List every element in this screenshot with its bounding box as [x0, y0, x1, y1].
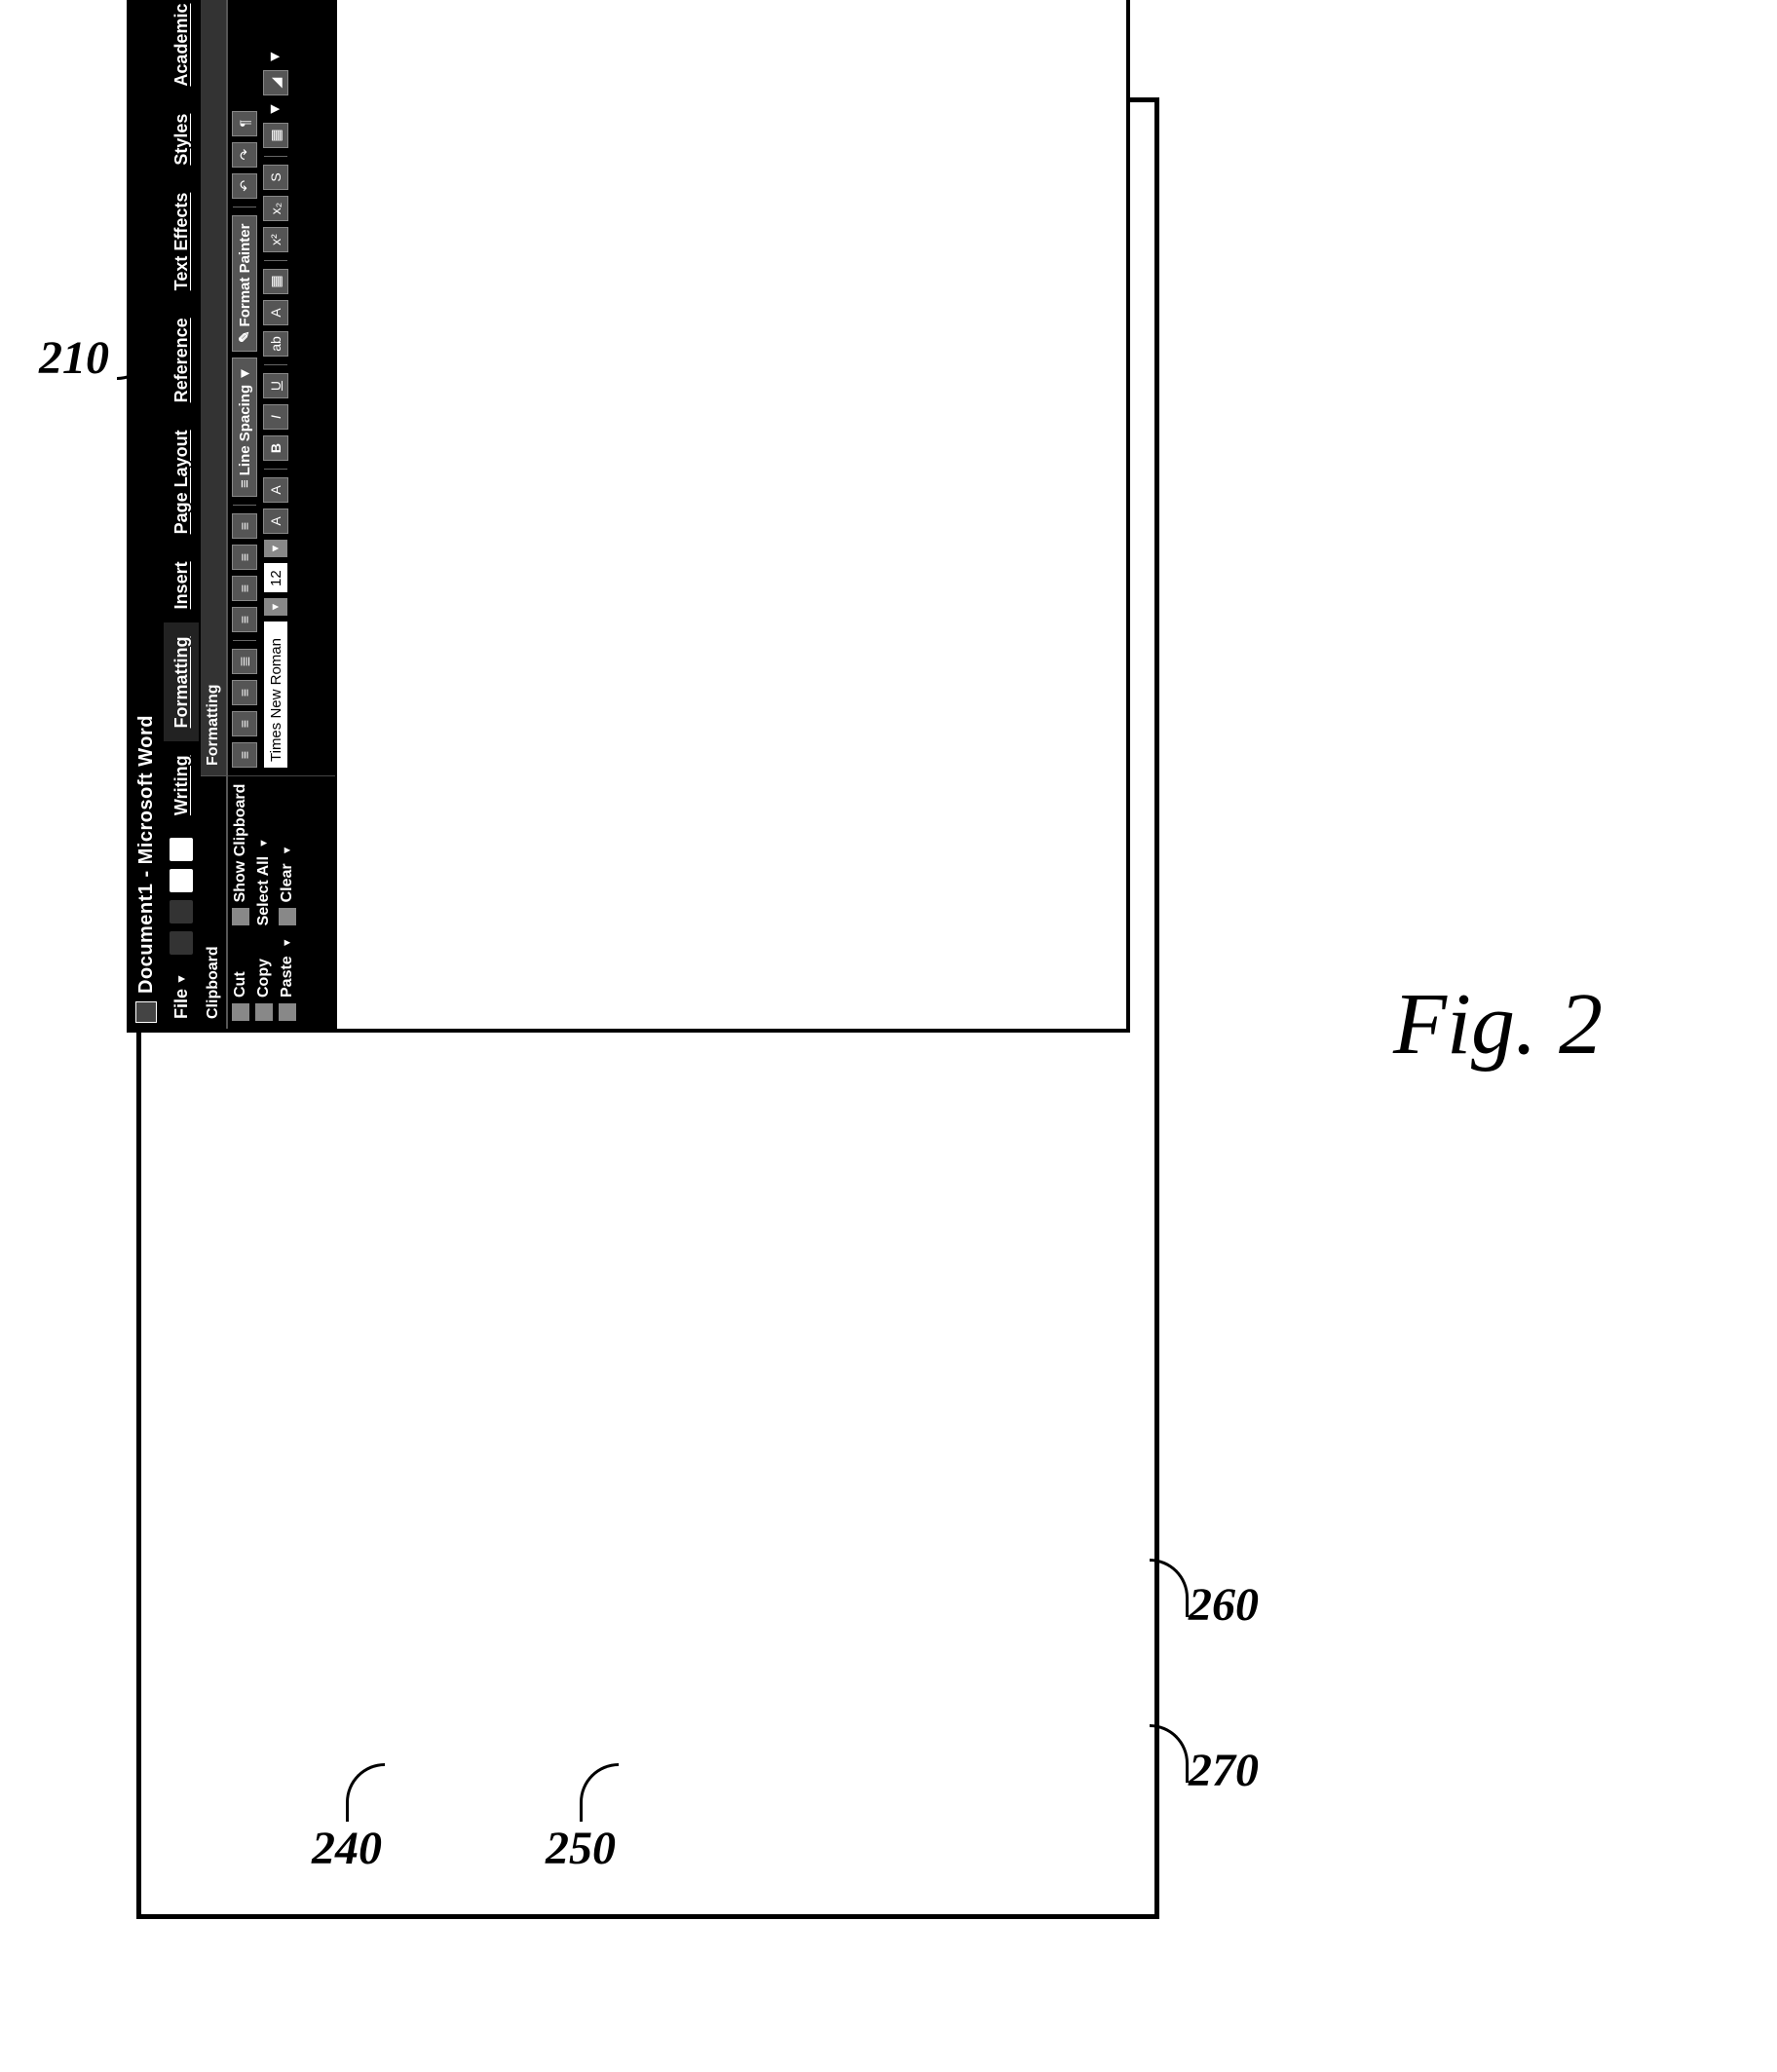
- cut-button[interactable]: Cut: [232, 937, 249, 1021]
- show-marks-button[interactable]: ¶: [232, 111, 257, 136]
- shading-button[interactable]: ▦: [263, 269, 288, 294]
- save-icon[interactable]: [169, 930, 194, 956]
- new-icon[interactable]: [169, 899, 194, 924]
- tab-reference[interactable]: Reference: [164, 304, 199, 416]
- chevron-down-icon: ▼: [258, 838, 270, 848]
- fill-color-button[interactable]: ◢: [263, 70, 288, 95]
- group-formatting: ≡ ≡ ≡ ≣ ≡ ≡ ≡ ≡ ≡Line Spacing▼ ✎Format P…: [228, 0, 335, 775]
- menubar: File ▼ Writing Formatting Insert Page La…: [164, 0, 201, 1029]
- superscript-button[interactable]: x²: [263, 227, 288, 252]
- paste-icon: [279, 1003, 296, 1021]
- font-size-dropdown[interactable]: ▼: [264, 540, 287, 557]
- chevron-down-icon: ▼: [282, 937, 293, 948]
- tab-styles[interactable]: Styles: [164, 100, 199, 179]
- tab-page-layout[interactable]: Page Layout: [164, 416, 199, 547]
- cut-icon: [232, 1003, 249, 1021]
- leader-250: [580, 1763, 619, 1822]
- strikethrough-button[interactable]: S: [263, 165, 288, 190]
- border-button[interactable]: ▦: [263, 123, 288, 148]
- clipboard-icon: [232, 908, 249, 925]
- document-area[interactable]: [337, 0, 1126, 1029]
- ribbon: Cut Show Clipboard Copy Select All▼ Past…: [228, 0, 337, 1029]
- group-clipboard: Cut Show Clipboard Copy Select All▼ Past…: [228, 775, 335, 1029]
- font-size-select[interactable]: 12: [264, 563, 287, 592]
- chevron-down-icon: ▼: [237, 366, 253, 381]
- font-name-select[interactable]: Times New Roman: [264, 622, 287, 768]
- chevron-down-icon: ▼: [282, 845, 293, 855]
- tab-text-effects[interactable]: Text Effects: [164, 179, 199, 305]
- callout-250: 250: [546, 1822, 616, 1875]
- callout-240: 240: [312, 1822, 382, 1875]
- tab-formatting[interactable]: Formatting: [164, 622, 199, 741]
- paste-button[interactable]: Paste▼: [279, 937, 296, 1021]
- font-name-dropdown[interactable]: ▼: [264, 598, 287, 616]
- line-spacing-button[interactable]: ≡Line Spacing▼: [232, 358, 257, 497]
- brush-icon: ✎: [236, 330, 253, 343]
- undo-button[interactable]: ↶: [232, 173, 257, 199]
- file-label: File: [171, 989, 192, 1019]
- titlebar: Document1 - Microsoft Word: [131, 0, 164, 1029]
- group-label-clipboard: Clipboard: [201, 775, 226, 1029]
- underline-button[interactable]: U: [263, 373, 288, 398]
- font-color-button[interactable]: A: [263, 300, 288, 325]
- leader-240: [346, 1763, 385, 1822]
- tab-insert[interactable]: Insert: [164, 547, 199, 622]
- align-left-button[interactable]: ≡: [232, 742, 257, 768]
- callout-210: 210: [39, 331, 109, 385]
- highlight-button[interactable]: ab: [263, 331, 288, 357]
- bullets-button[interactable]: ≡: [232, 607, 257, 632]
- preview-icon[interactable]: [169, 837, 194, 862]
- shrink-font-button[interactable]: A: [263, 477, 288, 503]
- file-menu[interactable]: File ▼: [164, 963, 199, 1029]
- align-right-button[interactable]: ≡: [232, 680, 257, 705]
- window-title: Document1 - Microsoft Word: [135, 0, 158, 994]
- chevron-down-icon: ▼: [267, 101, 284, 117]
- tab-writing[interactable]: Writing: [164, 741, 199, 829]
- quick-access-toolbar: [164, 829, 199, 963]
- bold-button[interactable]: B: [263, 435, 288, 461]
- format-painter-button[interactable]: ✎Format Painter: [232, 215, 257, 352]
- redo-button[interactable]: ↷: [232, 142, 257, 168]
- print-icon[interactable]: [169, 868, 194, 893]
- chevron-down-icon: ▼: [174, 973, 188, 985]
- outdent-button[interactable]: ≡: [232, 545, 257, 570]
- app-icon: [135, 1001, 157, 1023]
- subscript-button[interactable]: x₂: [263, 196, 288, 221]
- figure-caption: Fig. 2: [1393, 974, 1603, 1074]
- justify-button[interactable]: ≣: [232, 649, 257, 674]
- show-clipboard-button[interactable]: Show Clipboard: [232, 784, 249, 926]
- copy-button[interactable]: Copy: [255, 937, 273, 1021]
- callout-260: 260: [1189, 1578, 1259, 1632]
- grow-font-button[interactable]: A: [263, 509, 288, 534]
- copy-icon: [255, 1003, 273, 1021]
- group-label-formatting: Formatting: [201, 0, 226, 775]
- clear-button[interactable]: Clear▼: [279, 784, 296, 926]
- figure-wrap: 205 215 220 230 200 210 240 250 260 270 …: [0, 0, 1777, 2072]
- align-center-button[interactable]: ≡: [232, 711, 257, 736]
- line-spacing-icon: ≡: [237, 479, 253, 488]
- leader-260: [1150, 1559, 1189, 1617]
- italic-button[interactable]: I: [263, 404, 288, 430]
- eraser-icon: [279, 908, 296, 925]
- group-label-bar: Clipboard Formatting Writing Tools View: [201, 0, 228, 1029]
- indent-button[interactable]: ≡: [232, 513, 257, 539]
- chevron-down-icon: ▼: [267, 49, 284, 64]
- leader-270: [1150, 1724, 1189, 1783]
- numbering-button[interactable]: ≡: [232, 576, 257, 601]
- tab-academic[interactable]: Academic: [164, 0, 199, 100]
- callout-270: 270: [1189, 1744, 1259, 1797]
- select-all-button[interactable]: Select All▼: [255, 784, 273, 926]
- app-window: Document1 - Microsoft Word File ▼ Writin…: [127, 0, 1130, 1033]
